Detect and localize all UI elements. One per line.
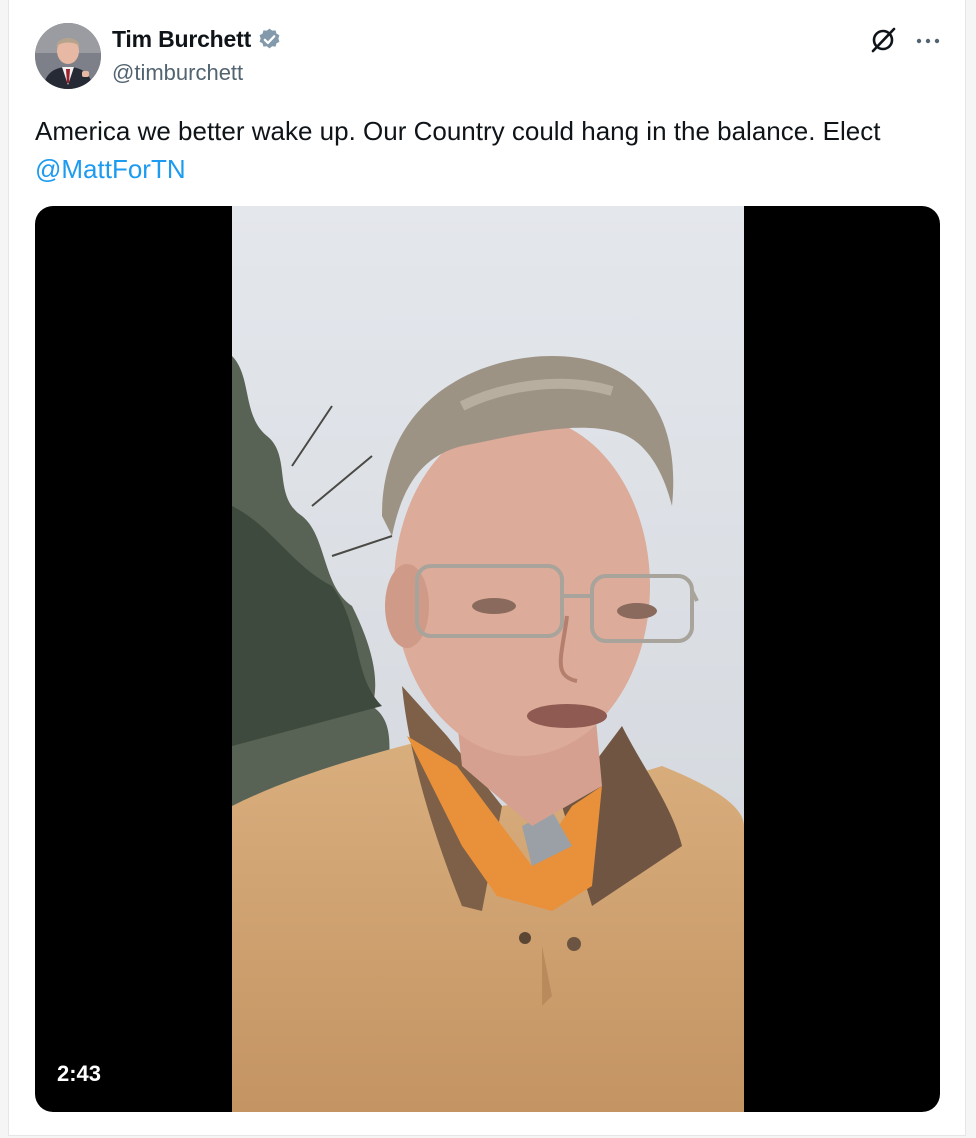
more-options-icon[interactable] — [913, 26, 943, 56]
author-handle[interactable]: @timburchett — [112, 60, 243, 86]
tweet-body: America we better wake up. Our Country c… — [35, 116, 881, 146]
mention-link[interactable]: @MattForTN — [35, 154, 186, 184]
avatar[interactable] — [35, 23, 101, 89]
avatar-image — [35, 23, 101, 89]
grok-icon[interactable] — [869, 25, 899, 55]
tweet-text: America we better wake up. Our Country c… — [35, 112, 950, 188]
verified-badge-icon — [259, 28, 280, 49]
video-duration: 2:43 — [57, 1061, 102, 1086]
author-name[interactable]: Tim Burchett — [112, 26, 251, 53]
video-player[interactable]: 2:43 — [35, 206, 940, 1112]
tweet-card[interactable]: Tim Burchett @timburchett America we bet… — [8, 0, 966, 1136]
video-frame — [232, 206, 744, 1112]
author-name-row: Tim Burchett — [112, 26, 282, 53]
